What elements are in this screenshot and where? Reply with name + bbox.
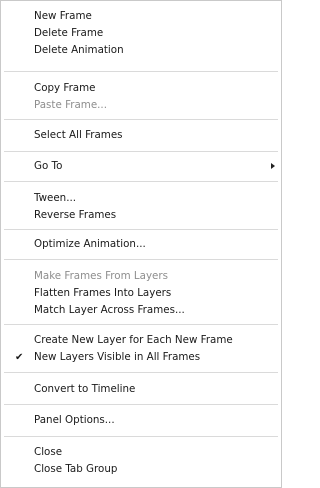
menu-item-label: Delete Frame: [34, 27, 104, 39]
menu-item-label: Create New Layer for Each New Frame: [34, 334, 233, 346]
menu-item-label: Optimize Animation...: [34, 238, 146, 250]
menu-item-match-layer-across-frames[interactable]: Match Layer Across Frames...: [1, 302, 281, 319]
menu-item-label: Close: [34, 446, 63, 458]
menu-separator: [4, 324, 278, 325]
menu-separator: [4, 229, 278, 230]
menu-separator: [4, 181, 278, 182]
menu-item-label: Match Layer Across Frames...: [34, 304, 185, 316]
menu-item-convert-to-timeline[interactable]: Convert to Timeline: [1, 381, 281, 398]
menu-item-make-frames-from-layers: Make Frames From Layers: [1, 268, 281, 285]
menu-item-label: Reverse Frames: [34, 209, 117, 221]
menu-item-close-tab-group[interactable]: Close Tab Group: [1, 461, 281, 478]
menu-item-label: New Frame: [34, 10, 92, 22]
menu-separator: [4, 259, 278, 260]
menu-item-copy-frame[interactable]: Copy Frame: [1, 80, 281, 97]
menu-item-label: Make Frames From Layers: [34, 270, 168, 282]
menu-item-label: Flatten Frames Into Layers: [34, 287, 172, 299]
menu-item-paste-frame: Paste Frame...: [1, 97, 281, 114]
menu-item-label: Tween...: [34, 192, 77, 204]
menu-item-label: Convert to Timeline: [34, 383, 136, 395]
menu-item-reverse-frames[interactable]: Reverse Frames: [1, 207, 281, 224]
menu-item-new-layers-visible-all-frames[interactable]: ✔ New Layers Visible in All Frames: [1, 349, 281, 366]
menu-item-go-to[interactable]: Go To: [1, 158, 281, 175]
menu-item-delete-frame[interactable]: Delete Frame: [1, 25, 281, 42]
menu-separator: [4, 71, 278, 72]
submenu-arrow-icon: [271, 163, 275, 169]
menu-item-tween[interactable]: Tween...: [1, 190, 281, 207]
menu-separator: [4, 404, 278, 405]
menu-item-label: New Layers Visible in All Frames: [34, 351, 201, 363]
menu-item-label: Delete Animation: [34, 44, 124, 56]
menu-item-label: Select All Frames: [34, 129, 123, 141]
menu-separator: [4, 436, 278, 437]
menu-item-select-all-frames[interactable]: Select All Frames: [1, 127, 281, 144]
menu-item-panel-options[interactable]: Panel Options...: [1, 412, 281, 429]
menu-item-create-new-layer-each-frame[interactable]: Create New Layer for Each New Frame: [1, 332, 281, 349]
menu-separator: [4, 119, 278, 120]
menu-item-optimize-animation[interactable]: Optimize Animation...: [1, 236, 281, 253]
menu-item-close[interactable]: Close: [1, 444, 281, 461]
menu-item-flatten-frames-into-layers[interactable]: Flatten Frames Into Layers: [1, 285, 281, 302]
menu-separator: [4, 151, 278, 152]
menu-item-label: Close Tab Group: [34, 463, 118, 475]
menu-item-label: Copy Frame: [34, 82, 96, 94]
menu-separator: [4, 372, 278, 373]
panel-flyout-menu: New Frame Delete Frame Delete Animation …: [0, 0, 282, 488]
checkmark-icon: ✔: [15, 352, 24, 363]
menu-item-new-frame[interactable]: New Frame: [1, 8, 281, 25]
menu-item-delete-animation[interactable]: Delete Animation: [1, 42, 281, 59]
menu-item-label: Go To: [34, 160, 63, 172]
menu-item-label: Panel Options...: [34, 414, 115, 426]
menu-item-label: Paste Frame...: [34, 99, 107, 111]
